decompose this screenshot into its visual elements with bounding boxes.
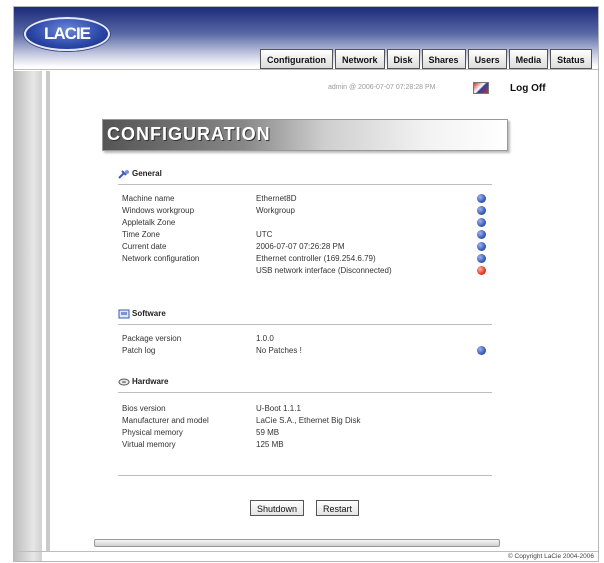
- logoff-link[interactable]: Log Off: [510, 83, 546, 94]
- row-label: Current date: [122, 242, 167, 251]
- info-row: Bios version U-Boot 1.1.1: [118, 403, 492, 415]
- row-value: 2006-07-07 07:26:28 PM: [256, 242, 345, 251]
- status-blue-icon[interactable]: [477, 218, 486, 227]
- tab-configuration[interactable]: Configuration: [260, 49, 333, 69]
- info-row: Package version 1.0.0: [118, 333, 492, 345]
- row-value: UTC: [256, 230, 273, 239]
- info-row: Machine name Ethernet8D: [118, 193, 492, 205]
- row-value: Workgroup: [256, 206, 295, 215]
- info-row: Virtual memory 125 MB: [118, 439, 492, 451]
- info-row: Network configuration Ethernet controller…: [118, 253, 492, 265]
- tab-media[interactable]: Media: [508, 49, 549, 69]
- row-value: Ethernet8D: [256, 194, 297, 203]
- row-label: Manufacturer and model: [122, 416, 209, 425]
- row-value: USB network interface (Disconnected): [256, 266, 392, 275]
- status-red-icon[interactable]: [477, 266, 486, 275]
- status-blue-icon[interactable]: [477, 230, 486, 239]
- hardware-header: Hardware: [118, 375, 492, 389]
- session-info: admin @ 2006-07-07 07:28:28 PM: [328, 84, 436, 91]
- tab-users[interactable]: Users: [467, 49, 507, 69]
- app-window: LACIE Configuration Network Disk Shares …: [13, 6, 599, 562]
- software-title: Software: [132, 309, 166, 318]
- divider: [118, 392, 492, 393]
- row-value: 125 MB: [256, 440, 284, 449]
- hardware-title: Hardware: [132, 377, 169, 386]
- software-icon: [118, 309, 130, 319]
- info-row: Manufacturer and model LaCie S.A., Ethern…: [118, 415, 492, 427]
- tools-icon: [118, 170, 129, 179]
- shutdown-button[interactable]: Shutdown: [250, 500, 305, 516]
- row-value: 59 MB: [256, 428, 280, 437]
- row-label: Machine name: [122, 194, 175, 203]
- row-label: Bios version: [122, 404, 166, 413]
- copyright-text: © Copyright LaCie 2004-2006: [507, 553, 594, 560]
- info-row: Windows workgroup Workgroup: [118, 205, 492, 217]
- horizontal-scrollbar[interactable]: [94, 539, 500, 547]
- info-row: Appletalk Zone: [118, 217, 492, 229]
- row-label: Time Zone: [122, 230, 160, 239]
- header-divider: [14, 69, 598, 70]
- left-sidebar-decoration: [14, 71, 42, 561]
- row-value: No Patches !: [256, 346, 302, 355]
- info-row: USB network interface (Disconnected): [118, 265, 492, 277]
- status-blue-icon[interactable]: [477, 254, 486, 263]
- software-section: Software Package version 1.0.0 Patch log No…: [118, 307, 492, 357]
- info-row: Time Zone UTC: [118, 229, 492, 241]
- info-row: Current date 2006-07-07 07:26:28 PM: [118, 241, 492, 253]
- divider: [118, 184, 492, 185]
- divider: [118, 475, 492, 476]
- tab-shares[interactable]: Shares: [421, 49, 466, 69]
- software-header: Software: [118, 307, 492, 321]
- tab-status[interactable]: Status: [550, 49, 592, 69]
- left-sidebar-stripe: [46, 71, 50, 551]
- row-label: Appletalk Zone: [122, 218, 176, 227]
- page-title: CONFIGURATION: [107, 124, 271, 144]
- row-value: Ethernet controller (169.254.6.79): [256, 254, 376, 263]
- general-header: General: [118, 167, 492, 181]
- restart-button[interactable]: Restart: [316, 500, 360, 516]
- info-row: Patch log No Patches !: [118, 345, 492, 357]
- footer-divider: [14, 551, 598, 552]
- row-label: Package version: [122, 334, 182, 343]
- row-value: LaCie S.A., Ethernet Big Disk: [256, 416, 361, 425]
- row-value: 1.0.0: [256, 334, 274, 343]
- tab-network[interactable]: Network: [335, 49, 385, 69]
- lacie-logo: LACIE: [24, 17, 110, 51]
- status-blue-icon[interactable]: [477, 346, 486, 355]
- main-tabs: Configuration Network Disk Shares Users …: [260, 49, 592, 69]
- row-value: U-Boot 1.1.1: [256, 404, 301, 413]
- hardware-section: Hardware Bios version U-Boot 1.1.1 Manufac…: [118, 375, 492, 451]
- divider: [118, 324, 492, 325]
- language-flag-icon[interactable]: [473, 82, 489, 94]
- general-section: General Machine name Ethernet8D Windows wo…: [118, 167, 492, 277]
- status-blue-icon[interactable]: [477, 194, 486, 203]
- info-row: Physical memory 59 MB: [118, 427, 492, 439]
- hardware-icon: [118, 378, 130, 386]
- header-bar: LACIE Configuration Network Disk Shares …: [14, 7, 598, 69]
- logo-text: LACIE: [44, 24, 91, 43]
- status-blue-icon[interactable]: [477, 206, 486, 215]
- row-label: Virtual memory: [122, 440, 176, 449]
- general-title: General: [132, 169, 162, 178]
- row-label: Windows workgroup: [122, 206, 195, 215]
- status-blue-icon[interactable]: [477, 242, 486, 251]
- page-title-banner: CONFIGURATION: [102, 119, 508, 151]
- row-label: Physical memory: [122, 428, 183, 437]
- row-label: Patch log: [122, 346, 156, 355]
- row-label: Network configuration: [122, 254, 200, 263]
- tab-disk[interactable]: Disk: [386, 49, 420, 69]
